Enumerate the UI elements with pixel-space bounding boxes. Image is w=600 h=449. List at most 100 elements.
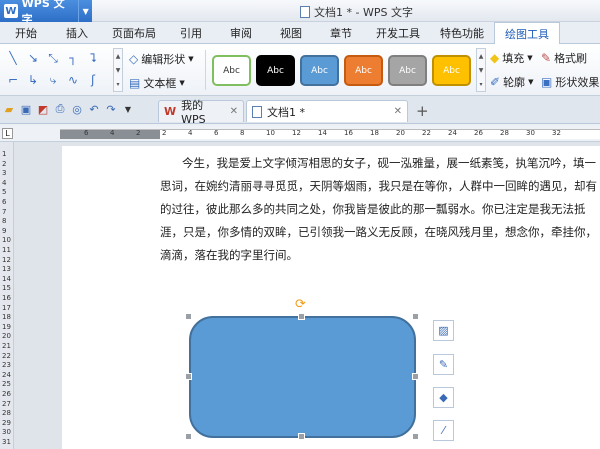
shape-outline-icon[interactable]: ⁄ — [433, 420, 454, 441]
resize-handle-top-left[interactable] — [185, 313, 192, 320]
resize-handle-left[interactable] — [185, 373, 192, 380]
style-preset-4[interactable]: Abc — [344, 55, 383, 86]
tab-page-layout[interactable]: 页面布局 — [102, 22, 166, 44]
elbow-connector-icon[interactable]: ┐ — [64, 48, 82, 68]
shape-effects-button[interactable]: ▣ 形状效果 — [541, 74, 599, 90]
shape-style-icon[interactable]: ✎ — [433, 354, 454, 375]
ruler-number: 26 — [474, 129, 483, 137]
horizontal-ruler[interactable]: L 6 4 2 2 4 6 8 10 12 14 16 18 20 22 24 26 28 30 32 — [0, 126, 600, 142]
freeform-icon[interactable]: ʃ — [84, 70, 102, 90]
open-folder-icon[interactable]: ▰ — [2, 102, 16, 116]
wps-icon: W — [164, 105, 177, 118]
fill-button[interactable]: ◆ 填充 ▼ — [490, 50, 533, 66]
scroll-down-icon[interactable]: ▼ — [479, 67, 484, 74]
tab-insert[interactable]: 插入 — [52, 22, 102, 44]
text-line[interactable]: 滴滴，落在我的字里行间。 — [160, 244, 600, 267]
tab-references[interactable]: 引用 — [166, 22, 216, 44]
scroll-up-icon[interactable]: ▲ — [116, 53, 121, 60]
style-preset-1[interactable]: Abc — [212, 55, 251, 86]
ruler-number: 23 — [2, 361, 11, 370]
app-menu-button[interactable]: W WPS 文字 ▼ — [0, 0, 92, 26]
scroll-down-icon[interactable]: ▼ — [116, 67, 121, 74]
ruler-number: 16 — [344, 129, 353, 137]
text-line[interactable]: 的过往，彼此那么多的共同之处，你我皆是彼此的那一瓢弱水。你已注定是我无法抵 — [160, 198, 600, 221]
format-brush-icon: ✎ — [541, 51, 552, 65]
ruler-number: 4 — [110, 129, 115, 137]
text-box-label: 文本框 — [143, 77, 177, 90]
text-box-button[interactable]: ▤ 文本框 ▼ — [129, 75, 185, 91]
document-icon — [300, 6, 310, 18]
curve-connector-icon[interactable]: ⌐ — [4, 70, 22, 90]
tab-review[interactable]: 审阅 — [216, 22, 266, 44]
chevron-down-icon: ▼ — [528, 78, 534, 86]
layout-options-icon[interactable]: ▨ — [433, 320, 454, 341]
ruler-number: 5 — [2, 188, 7, 197]
ruler-number: 30 — [526, 129, 535, 137]
tab-drawing-tools[interactable]: 绘图工具 — [494, 22, 560, 44]
resize-handle-bottom-right[interactable] — [412, 433, 419, 440]
text-line[interactable]: 涯，只是，你多情的双眸，已引领我一路义无反顾，在晓风残月里，想念你，牵挂你， — [160, 221, 600, 244]
more-icon[interactable]: ▾ — [116, 81, 119, 88]
shape-fill-icon[interactable]: ◆ — [433, 387, 454, 408]
style-preset-5[interactable]: Abc — [388, 55, 427, 86]
save-icon[interactable]: ▣ — [19, 102, 33, 116]
tab-view[interactable]: 视图 — [266, 22, 316, 44]
ruler-number: 31 — [2, 438, 11, 446]
style-preset-6[interactable]: Abc — [432, 55, 471, 86]
chevron-down-icon[interactable]: ▼ — [121, 102, 135, 116]
tab-stop-selector[interactable]: L — [2, 128, 13, 139]
resize-handle-top-right[interactable] — [412, 313, 419, 320]
arrow-line-icon[interactable]: ↘ — [24, 48, 42, 68]
window-title: 文档1 * - WPS 文字 — [300, 4, 413, 20]
tab-special-features[interactable]: 特色功能 — [430, 22, 494, 44]
line-icon[interactable]: ╲ — [4, 48, 22, 68]
style-preset-3[interactable]: Abc — [300, 55, 339, 86]
tab-developer[interactable]: 开发工具 — [366, 22, 430, 44]
print-icon[interactable]: ⎙ — [53, 102, 67, 116]
edit-shape-button[interactable]: ◇ 编辑形状 ▼ — [129, 51, 194, 67]
vertical-ruler[interactable]: 1 2 3 4 5 6 7 8 9 10 11 12 13 14 15 16 17 18 19 20 21 22 23 24 2… — [0, 142, 14, 449]
elbow-arrow-icon[interactable]: ⮧ — [84, 48, 102, 68]
close-icon[interactable]: ✕ — [230, 106, 238, 117]
format-brush-button[interactable]: ✎ 格式刷 — [541, 50, 587, 66]
tab-home[interactable]: 开始 — [0, 22, 52, 44]
fill-bucket-icon: ◆ — [490, 51, 500, 65]
resize-handle-right[interactable] — [412, 373, 419, 380]
text-line[interactable]: 今生，我是爱上文字倾泻相思的女子，砚一泓雅量，展一纸素笺，执笔沉吟，填一 — [160, 152, 600, 175]
doc-tab-document1[interactable]: 文档1 * ✕ — [246, 100, 408, 122]
resize-handle-bottom[interactable] — [298, 433, 305, 440]
chevron-down-icon: ▼ — [527, 54, 533, 62]
new-tab-icon[interactable]: + — [416, 102, 429, 120]
ruler-number: 24 — [448, 129, 457, 137]
close-icon[interactable]: ✕ — [394, 106, 402, 117]
export-pdf-icon[interactable]: ◩ — [36, 102, 50, 116]
shape-gallery-scroll[interactable]: ▲ ▼ ▾ — [113, 48, 123, 92]
double-arrow-icon[interactable]: ⤡ — [44, 48, 62, 68]
doc-tab-my-wps[interactable]: W 我的WPS ✕ — [158, 99, 244, 126]
text-line[interactable]: 思词，在婉约清丽寻寻觅觅，天阴等烟雨，我只是在等你，人群中一回眸的遇见，却有 — [160, 175, 600, 198]
tab-chapter[interactable]: 章节 — [316, 22, 366, 44]
style-preset-2[interactable]: Abc — [256, 55, 295, 86]
ruler-number: 22 — [2, 351, 11, 360]
chevron-down-icon: ▼ — [179, 79, 185, 87]
curve-arrow-icon[interactable]: ↳ — [24, 70, 42, 90]
curve-double-arrow-icon[interactable]: ⤷ — [44, 70, 62, 90]
rotate-handle-icon[interactable]: ⟳ — [295, 297, 306, 312]
rounded-rectangle-shape[interactable] — [189, 316, 416, 438]
print-preview-icon[interactable]: ◎ — [70, 102, 84, 116]
ruler-number: 17 — [2, 303, 11, 312]
undo-icon[interactable]: ↶ — [87, 102, 101, 116]
outline-button[interactable]: ✐ 轮廓 ▼ — [490, 74, 533, 90]
ruler-number: 9 — [2, 226, 7, 235]
chevron-down-icon[interactable]: ▼ — [78, 0, 92, 22]
more-icon[interactable]: ▾ — [479, 81, 482, 88]
style-gallery-scroll[interactable]: ▲ ▼ ▾ — [476, 48, 486, 92]
window-title-text: 文档1 * - WPS 文字 — [314, 6, 413, 19]
ruler-number: 28 — [2, 409, 11, 418]
resize-handle-top[interactable] — [298, 313, 305, 320]
curve-icon[interactable]: ∿ — [64, 70, 82, 90]
redo-icon[interactable]: ↷ — [104, 102, 118, 116]
document-paragraph[interactable]: 今生，我是爱上文字倾泻相思的女子，砚一泓雅量，展一纸素笺，执笔沉吟，填一 思词，… — [160, 152, 600, 267]
resize-handle-bottom-left[interactable] — [185, 433, 192, 440]
scroll-up-icon[interactable]: ▲ — [479, 53, 484, 60]
